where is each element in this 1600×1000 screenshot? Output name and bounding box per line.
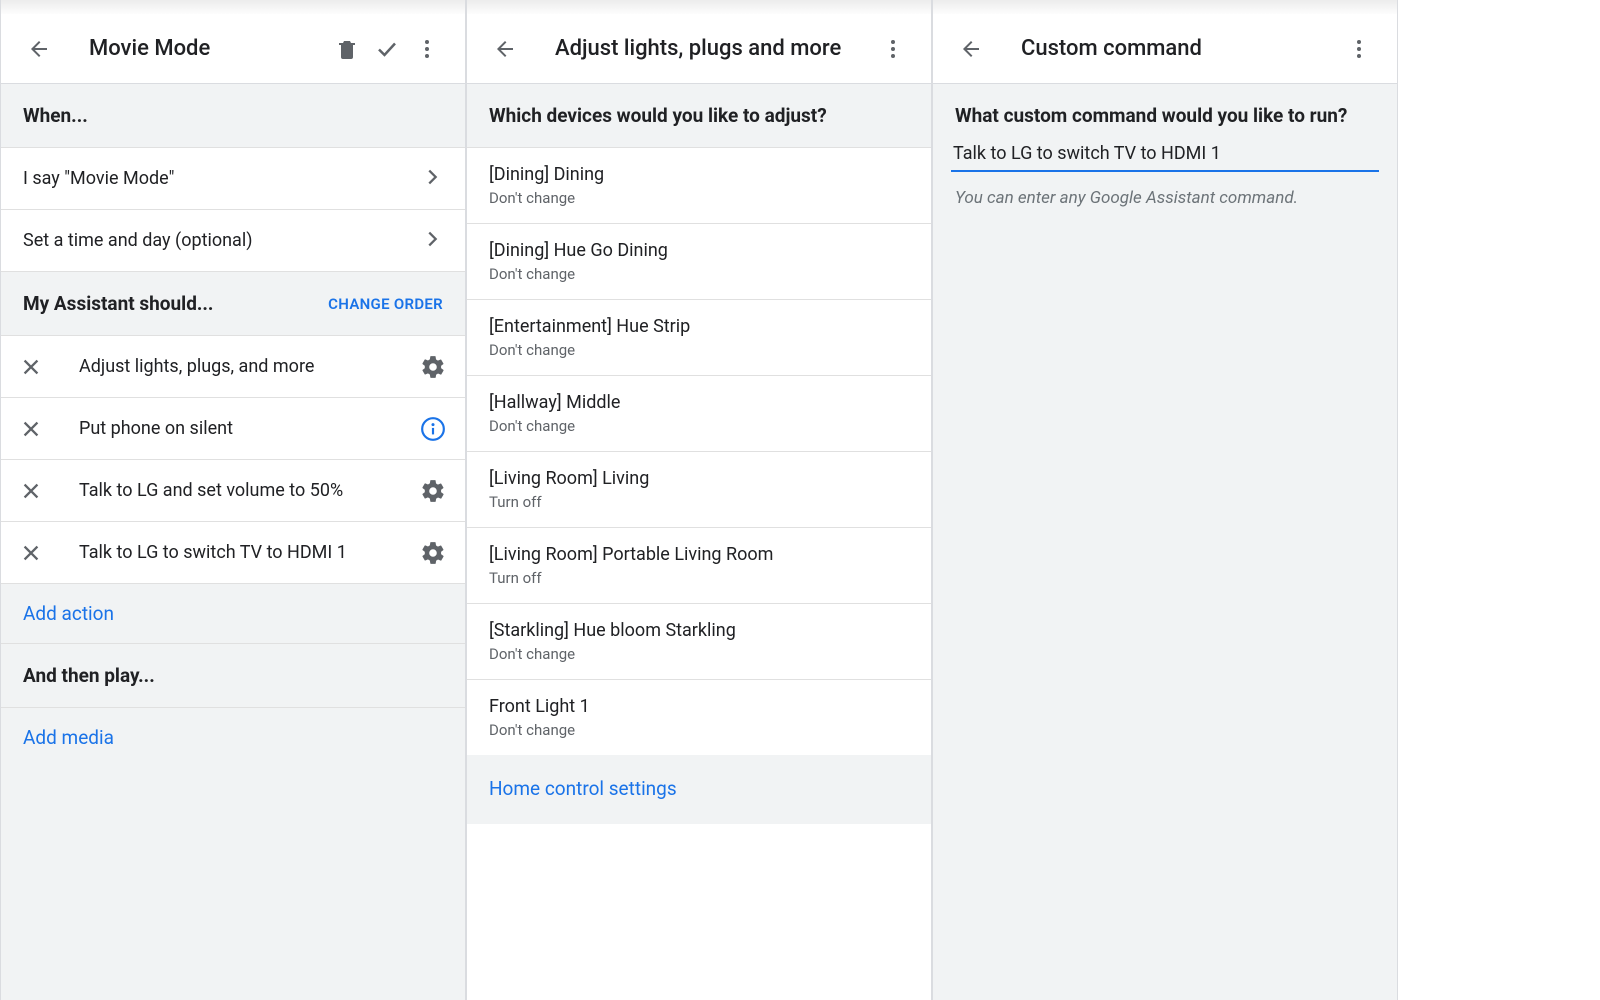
remove-action-button[interactable] xyxy=(19,541,43,565)
add-action-link[interactable]: Add action xyxy=(1,584,465,644)
device-name: [Starkling] Hue bloom Starkling xyxy=(489,620,909,641)
device-state: Don't change xyxy=(489,645,909,663)
custom-command-hint: You can enter any Google Assistant comma… xyxy=(933,178,1397,218)
more-vert-icon xyxy=(1347,37,1371,61)
action-settings-button[interactable] xyxy=(419,539,447,567)
custom-command-input-wrap xyxy=(951,139,1379,172)
remove-action-button[interactable] xyxy=(19,417,43,441)
delete-button[interactable] xyxy=(327,29,367,69)
device-row[interactable]: [Dining] Dining Don't change xyxy=(467,148,931,224)
device-state: Don't change xyxy=(489,417,909,435)
action-label: Put phone on silent xyxy=(79,418,419,439)
assistant-section-header: My Assistant should... CHANGE ORDER xyxy=(1,272,465,336)
close-icon xyxy=(20,418,42,440)
chevron-right-icon xyxy=(421,166,443,192)
overflow-button[interactable] xyxy=(407,29,447,69)
confirm-button[interactable] xyxy=(367,29,407,69)
gear-icon xyxy=(420,540,446,566)
device-state: Turn off xyxy=(489,569,909,587)
header: Movie Mode xyxy=(1,14,465,84)
custom-command-body: What custom command would you like to ru… xyxy=(933,84,1397,1000)
devices-question-header: Which devices would you like to adjust? xyxy=(467,84,931,148)
action-row[interactable]: Talk to LG and set volume to 50% xyxy=(1,460,465,522)
action-row[interactable]: Talk to LG to switch TV to HDMI 1 xyxy=(1,522,465,584)
more-vert-icon xyxy=(415,37,439,61)
arrow-back-icon xyxy=(959,37,983,61)
panel-movie-mode: Movie Mode When... I say "Movie Mode" Se… xyxy=(0,0,466,1000)
action-label: Adjust lights, plugs, and more xyxy=(79,356,419,377)
back-button[interactable] xyxy=(485,29,525,69)
when-row-time[interactable]: Set a time and day (optional) xyxy=(1,210,465,272)
back-button[interactable] xyxy=(19,29,59,69)
device-state: Don't change xyxy=(489,341,909,359)
device-name: [Dining] Hue Go Dining xyxy=(489,240,909,261)
add-media-link[interactable]: Add media xyxy=(1,708,465,767)
device-row[interactable]: [Hallway] Middle Don't change xyxy=(467,376,931,452)
device-row[interactable]: [Entertainment] Hue Strip Don't change xyxy=(467,300,931,376)
devices-question: Which devices would you like to adjust? xyxy=(489,104,827,127)
when-section-header: When... xyxy=(1,84,465,148)
top-shadow xyxy=(467,0,931,14)
when-label: When... xyxy=(23,104,88,127)
device-state: Turn off xyxy=(489,493,909,511)
device-name: Front Light 1 xyxy=(489,696,909,717)
arrow-back-icon xyxy=(27,37,51,61)
device-row[interactable]: [Dining] Hue Go Dining Don't change xyxy=(467,224,931,300)
device-state: Don't change xyxy=(489,189,909,207)
close-icon xyxy=(20,356,42,378)
chevron-right-icon xyxy=(421,228,443,254)
device-row[interactable]: [Living Room] Portable Living Room Turn … xyxy=(467,528,931,604)
remove-action-button[interactable] xyxy=(19,479,43,503)
device-name: [Living Room] Living xyxy=(489,468,909,489)
header: Adjust lights, plugs and more xyxy=(467,14,931,84)
close-icon xyxy=(20,542,42,564)
header: Custom command xyxy=(933,14,1397,84)
check-icon xyxy=(375,37,399,61)
top-shadow xyxy=(1,0,465,14)
device-row[interactable]: Front Light 1 Don't change xyxy=(467,680,931,755)
action-label: Talk to LG and set volume to 50% xyxy=(79,480,419,501)
panel-adjust-devices: Adjust lights, plugs and more Which devi… xyxy=(466,0,932,1000)
custom-command-input[interactable] xyxy=(953,143,1377,164)
remove-action-button[interactable] xyxy=(19,355,43,379)
assistant-label: My Assistant should... xyxy=(23,292,213,315)
gear-icon xyxy=(420,354,446,380)
device-name: [Dining] Dining xyxy=(489,164,909,185)
device-name: [Hallway] Middle xyxy=(489,392,909,413)
device-row[interactable]: [Living Room] Living Turn off xyxy=(467,452,931,528)
when-row-label: Set a time and day (optional) xyxy=(23,230,421,251)
action-settings-button[interactable] xyxy=(419,477,447,505)
custom-command-question: What custom command would you like to ru… xyxy=(933,84,1397,139)
device-state: Don't change xyxy=(489,721,909,739)
page-title: Adjust lights, plugs and more xyxy=(555,36,841,61)
gear-icon xyxy=(420,478,446,504)
more-vert-icon xyxy=(881,37,905,61)
arrow-back-icon xyxy=(493,37,517,61)
action-row[interactable]: Adjust lights, plugs, and more xyxy=(1,336,465,398)
action-info-button[interactable] xyxy=(419,415,447,443)
page-title: Custom command xyxy=(1021,36,1202,61)
device-name: [Entertainment] Hue Strip xyxy=(489,316,909,337)
trash-icon xyxy=(335,37,359,61)
page-title: Movie Mode xyxy=(89,36,210,61)
device-state: Don't change xyxy=(489,265,909,283)
top-shadow xyxy=(933,0,1397,14)
panel-filler xyxy=(1,767,465,1000)
info-icon xyxy=(420,416,446,442)
overflow-button[interactable] xyxy=(873,29,913,69)
when-row-label: I say "Movie Mode" xyxy=(23,168,421,189)
close-icon xyxy=(20,480,42,502)
back-button[interactable] xyxy=(951,29,991,69)
change-order-link[interactable]: CHANGE ORDER xyxy=(328,295,443,313)
action-settings-button[interactable] xyxy=(419,353,447,381)
action-row[interactable]: Put phone on silent xyxy=(1,398,465,460)
device-name: [Living Room] Portable Living Room xyxy=(489,544,909,565)
overflow-button[interactable] xyxy=(1339,29,1379,69)
when-row-phrase[interactable]: I say "Movie Mode" xyxy=(1,148,465,210)
device-row[interactable]: [Starkling] Hue bloom Starkling Don't ch… xyxy=(467,604,931,680)
home-control-settings-link[interactable]: Home control settings xyxy=(467,755,931,824)
panel-custom-command: Custom command What custom command would… xyxy=(932,0,1398,1000)
action-label: Talk to LG to switch TV to HDMI 1 xyxy=(79,542,419,563)
then-play-header: And then play... xyxy=(1,644,465,708)
